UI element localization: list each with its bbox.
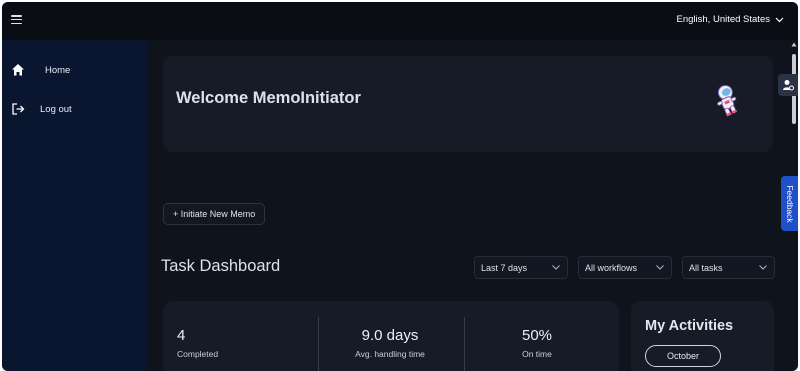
activities-title: My Activities <box>645 318 734 334</box>
top-bar: English, United States <box>2 2 798 40</box>
stat-value: 4 <box>177 327 186 344</box>
welcome-title: Welcome MemoInitiator <box>176 89 361 107</box>
main-content: Welcome MemoInitiator + Initiate New Mem… <box>147 40 790 371</box>
sidebar-item-label: Log out <box>40 103 72 115</box>
chevron-down-icon <box>759 265 767 270</box>
app-window: English, United States Home Log out Welc… <box>2 2 798 371</box>
user-settings-icon <box>783 80 794 91</box>
initiate-new-memo-label: + Initiate New Memo <box>173 209 256 219</box>
feedback-label: Feedback <box>785 184 795 223</box>
month-selector[interactable]: October <box>645 345 721 367</box>
sidebar-item-logout[interactable]: Log out <box>2 96 147 122</box>
stat-value: 9.0 days <box>361 327 419 344</box>
tasks-select[interactable]: All tasks <box>682 256 775 279</box>
stats-card: 4 Completed 9.0 days Avg. handling time … <box>163 301 619 371</box>
user-settings-tab[interactable] <box>778 74 798 96</box>
initiate-new-memo-button[interactable]: + Initiate New Memo <box>163 203 266 225</box>
language-label: English, United States <box>676 14 770 25</box>
chevron-down-icon <box>656 265 664 270</box>
scroll-up-arrow-icon[interactable] <box>791 42 797 47</box>
logout-icon <box>12 103 25 115</box>
activities-card: My Activities October <box>631 301 774 371</box>
stat-value: 50% <box>521 327 553 344</box>
workflows-select[interactable]: All workflows <box>578 256 672 279</box>
period-select[interactable]: Last 7 days <box>474 256 568 279</box>
stat-label: On time <box>522 349 552 359</box>
stat-on-time: 50% On time <box>462 301 612 371</box>
stat-label: Completed <box>177 349 219 359</box>
period-select-value: Last 7 days <box>481 262 528 273</box>
month-label: October <box>666 351 699 361</box>
language-selector[interactable]: English, United States <box>677 14 784 25</box>
feedback-tab[interactable]: Feedback <box>781 176 798 231</box>
chevron-down-icon <box>552 265 560 270</box>
stat-label: Avg. handling time <box>355 349 425 359</box>
astronaut-icon <box>717 84 738 117</box>
stat-avg-handling-time: 9.0 days Avg. handling time <box>315 301 465 371</box>
dashboard-title: Task Dashboard <box>161 257 281 275</box>
workflows-select-value: All workflows <box>585 262 638 273</box>
chevron-down-icon <box>775 17 784 22</box>
home-icon <box>12 64 24 76</box>
welcome-card: Welcome MemoInitiator <box>163 56 773 152</box>
tasks-select-value: All tasks <box>689 262 723 273</box>
hamburger-icon[interactable] <box>11 15 22 24</box>
sidebar-item-home[interactable]: Home <box>2 57 147 83</box>
sidebar-item-label: Home <box>45 64 71 76</box>
sidebar: Home Log out <box>2 40 147 371</box>
